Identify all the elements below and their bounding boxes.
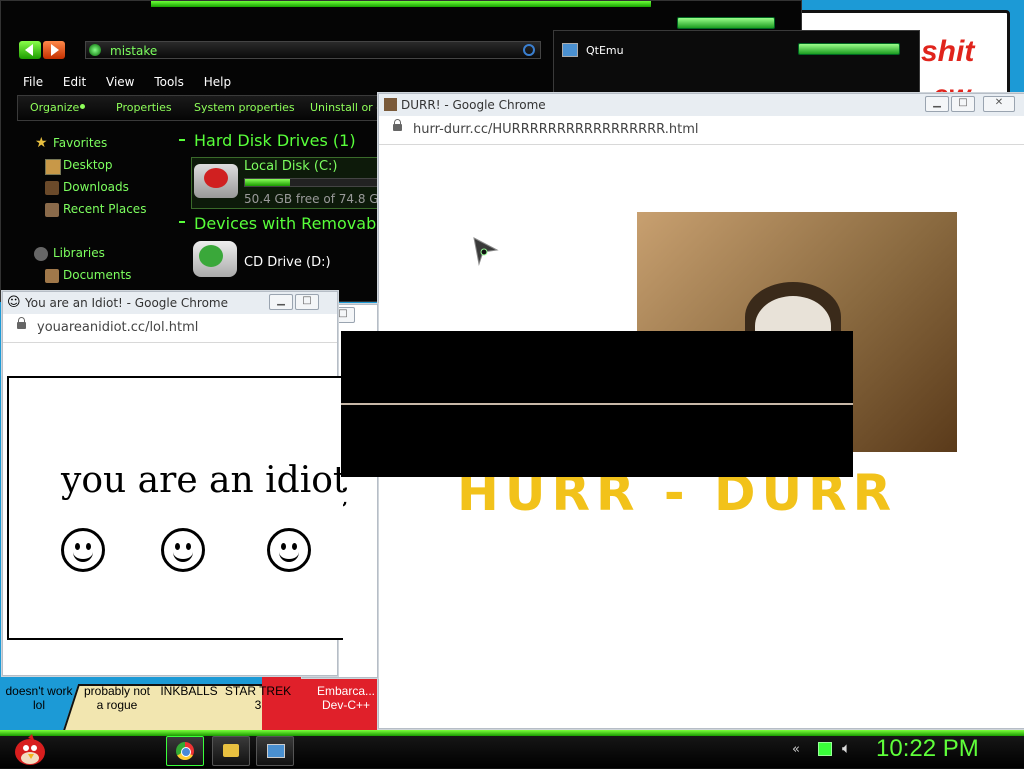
taskbar-chrome[interactable] bbox=[166, 736, 204, 766]
smiley-icon bbox=[267, 528, 311, 572]
idiot-titlebar: ☺ You are an Idiot! - Google Chrome ▁ □ bbox=[3, 292, 337, 314]
smiley-icon bbox=[161, 528, 205, 572]
hdd-header: Hard Disk Drives (1) bbox=[194, 131, 356, 150]
organize-button[interactable]: Organize bbox=[30, 101, 79, 114]
durr-titlebar: DURR! - Google Chrome ▁ □ ✕ bbox=[379, 94, 1024, 116]
start-button[interactable] bbox=[10, 732, 48, 766]
qtemu-window: QtEmu bbox=[553, 30, 920, 102]
cd-drive-icon bbox=[193, 241, 237, 277]
taskbar: « 🔈︎ 10:22 PM bbox=[0, 730, 1024, 768]
local-disk-tile[interactable]: Local Disk (C:) 50.4 GB free of 74.8 GB bbox=[191, 157, 387, 209]
idiot-url: youareanidiot.cc/lol.html bbox=[37, 320, 199, 335]
desktop-icon-label[interactable]: STAR TREK 3 bbox=[222, 684, 294, 712]
star-icon: ★ bbox=[35, 135, 48, 151]
qtemu-title: QtEmu bbox=[586, 44, 624, 57]
idiot-page: you are an idiot bbox=[7, 376, 347, 640]
recent-places-icon bbox=[45, 203, 59, 217]
collapse-icon-2[interactable] bbox=[171, 213, 185, 227]
organize-dot-icon bbox=[80, 104, 85, 109]
monitor-icon bbox=[267, 744, 285, 758]
back-button[interactable] bbox=[19, 41, 41, 59]
removable-header: Devices with Removable S bbox=[194, 214, 406, 233]
idiot-url-bar[interactable]: youareanidiot.cc/lol.html bbox=[3, 314, 337, 343]
desktop-icon-label[interactable]: Embarca... Dev-C++ bbox=[310, 684, 382, 712]
durr-favicon bbox=[384, 98, 397, 111]
system-properties-button[interactable]: System properties bbox=[194, 101, 295, 114]
idiot-text: you are an idiot bbox=[61, 460, 348, 501]
idiot-maximize-button[interactable]: □ bbox=[295, 294, 319, 310]
desktop-folder-icon bbox=[45, 159, 61, 175]
sidebar-item-downloads[interactable]: Downloads bbox=[63, 180, 129, 194]
address-bar[interactable]: mistake bbox=[85, 41, 541, 59]
taskbar-clock[interactable]: 10:22 PM bbox=[876, 735, 979, 763]
idiot-minimize-button[interactable]: ▁ bbox=[269, 294, 293, 310]
idiot-chrome-window: ☺ You are an Idiot! - Google Chrome ▁ □ … bbox=[2, 291, 347, 676]
back-arrow-icon bbox=[25, 44, 33, 56]
libraries-icon bbox=[34, 247, 48, 261]
properties-button[interactable]: Properties bbox=[116, 101, 172, 114]
minimize-button[interactable]: ▁ bbox=[925, 96, 949, 112]
window-glow bbox=[151, 1, 651, 7]
sidebar-item-documents[interactable]: Documents bbox=[63, 268, 131, 282]
taskbar-qtemu[interactable] bbox=[256, 736, 294, 766]
location-icon bbox=[89, 44, 101, 56]
downloads-folder-icon bbox=[45, 181, 59, 195]
forward-arrow-icon bbox=[51, 44, 59, 56]
menu-tools[interactable]: Tools bbox=[154, 75, 184, 89]
smiley-favicon-icon: ☺ bbox=[7, 295, 21, 310]
disk-usage-bar bbox=[244, 178, 382, 187]
local-disk-label: Local Disk (C:) bbox=[244, 159, 338, 174]
refresh-icon[interactable] bbox=[523, 44, 535, 56]
desktop-icons: doesn't work lol probably not a rogue IN… bbox=[0, 684, 380, 726]
angry-bird-icon bbox=[15, 734, 45, 765]
drive-icon bbox=[194, 164, 238, 198]
menu-bar: File Edit View Tools Help bbox=[23, 75, 247, 89]
sidebar-favorites[interactable]: Favorites bbox=[53, 136, 107, 150]
durr-title: DURR! - Google Chrome bbox=[401, 98, 546, 112]
smiley-icon bbox=[61, 528, 105, 572]
documents-icon bbox=[45, 269, 59, 283]
cd-drive-label[interactable]: CD Drive (D:) bbox=[244, 255, 331, 270]
qtemu-window-controls[interactable] bbox=[798, 43, 900, 55]
sidebar-item-desktop[interactable]: Desktop bbox=[63, 158, 113, 172]
video-overlay bbox=[341, 331, 853, 477]
close-button[interactable]: ✕ bbox=[983, 96, 1015, 112]
disk-free-text: 50.4 GB free of 74.8 GB bbox=[244, 192, 387, 206]
menu-view[interactable]: View bbox=[106, 75, 134, 89]
sidebar-libraries[interactable]: Libraries bbox=[53, 246, 105, 260]
address-text: mistake bbox=[110, 44, 158, 58]
lock-icon bbox=[393, 119, 402, 131]
durr-url-bar[interactable]: hurr-durr.cc/HURRRRRRRRRRRRRRRRR.html bbox=[379, 116, 1024, 145]
desktop-icon-label[interactable]: doesn't work lol bbox=[0, 684, 78, 712]
taskbar-explorer[interactable] bbox=[212, 736, 250, 766]
forward-button[interactable] bbox=[43, 41, 65, 59]
menu-help[interactable]: Help bbox=[204, 75, 231, 89]
comic-text: shit bbox=[921, 35, 975, 68]
idiot-title: You are an Idiot! - Google Chrome bbox=[25, 296, 228, 310]
lock-icon bbox=[17, 317, 26, 329]
menu-file[interactable]: File bbox=[23, 75, 43, 89]
folder-icon bbox=[223, 744, 239, 757]
durr-url: hurr-durr.cc/HURRRRRRRRRRRRRRRRR.html bbox=[413, 122, 699, 137]
volume-icon[interactable]: 🔈︎ bbox=[842, 739, 851, 757]
sidebar-item-recent-places[interactable]: Recent Places bbox=[63, 202, 146, 216]
taskbar-glow bbox=[0, 730, 1024, 736]
collapse-icon[interactable] bbox=[171, 129, 185, 143]
menu-edit[interactable]: Edit bbox=[63, 75, 86, 89]
cursor-icon bbox=[473, 237, 499, 266]
network-icon[interactable] bbox=[818, 742, 832, 756]
desktop-icon-label[interactable]: probably not a rogue bbox=[78, 684, 156, 712]
desktop-icon-label[interactable]: INKBALLS bbox=[158, 684, 220, 698]
qtemu-app-icon bbox=[562, 43, 578, 57]
tray-arrow-icon[interactable]: « bbox=[792, 742, 800, 757]
maximize-button[interactable]: □ bbox=[951, 96, 975, 112]
window-controls[interactable] bbox=[677, 17, 775, 29]
